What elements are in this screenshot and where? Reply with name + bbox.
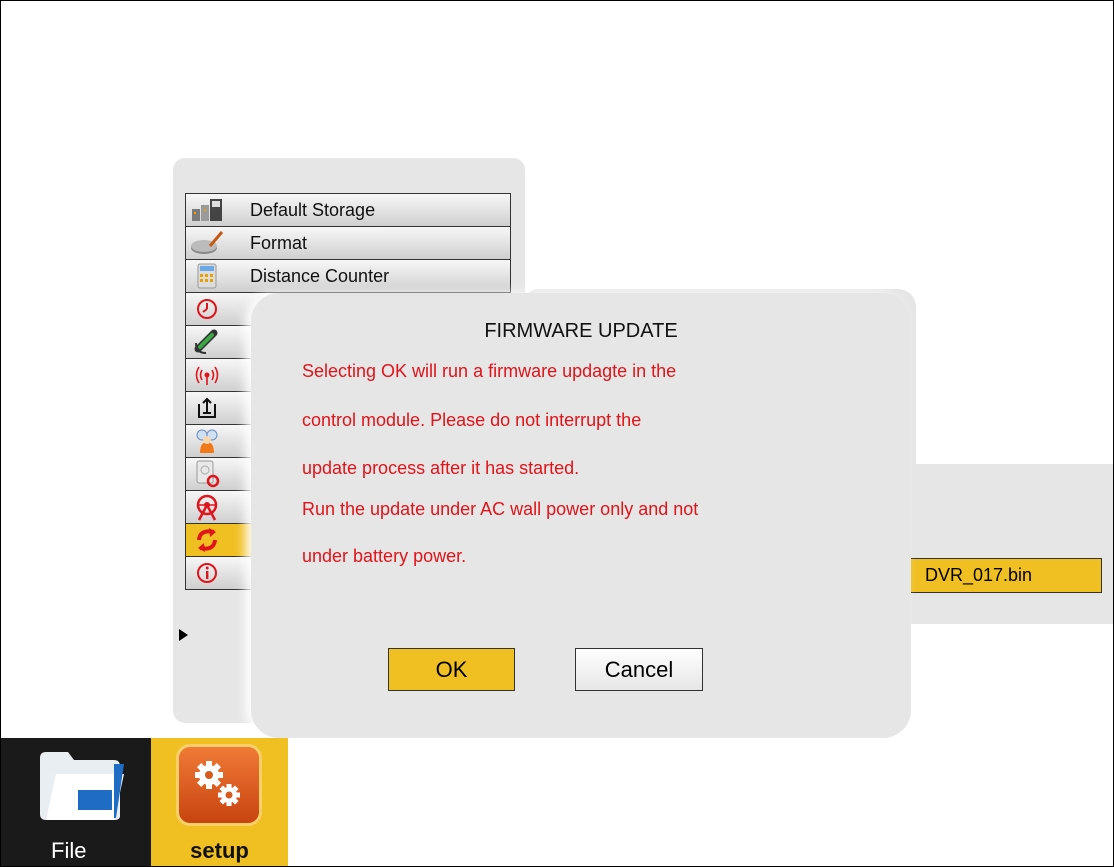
- menu-caret: [199, 701, 239, 723]
- storage-icon: [186, 195, 228, 226]
- dialog-title: FIRMWARE UPDATE: [484, 320, 678, 342]
- dialog-message-line: update process after it has started.: [302, 458, 580, 478]
- cancel-button[interactable]: Cancel: [575, 648, 703, 691]
- firmware-update-icon: [186, 525, 228, 556]
- firmware-update-dialog: FIRMWARE UPDATE Selecting OK will run a …: [251, 293, 911, 738]
- tab-label: File: [51, 838, 87, 863]
- menu-item-default-storage[interactable]: Default Storage: [185, 193, 511, 226]
- file-select-panel: [881, 464, 1113, 624]
- storage-settings-icon: [186, 459, 228, 490]
- gears-icon: [176, 744, 262, 826]
- menu-item-format[interactable]: Format: [185, 226, 511, 259]
- calculator-icon: [186, 261, 228, 292]
- menu-item-distance-counter[interactable]: Distance Counter: [185, 259, 511, 292]
- users-icon: [186, 426, 228, 457]
- info-icon: [186, 558, 228, 589]
- dialog-message-line: Run the update under AC wall power only …: [302, 499, 699, 519]
- export-icon: [186, 393, 228, 424]
- dialog-message-line: control module. Please do not interrupt …: [302, 410, 642, 430]
- firmware-file-field[interactable]: DVR_017.bin: [910, 558, 1102, 593]
- cable-icon: [186, 327, 228, 358]
- selection-arrow-icon: [179, 629, 188, 641]
- dialog-message-line: under battery power.: [302, 546, 467, 566]
- menu-item-label: Format: [250, 232, 308, 253]
- tab-label: setup: [190, 838, 249, 863]
- dialog-message-line: Selecting OK will run a firmware updagte…: [302, 361, 677, 381]
- menu-item-label: Default Storage: [250, 199, 376, 220]
- menu-item-label: Distance Counter: [250, 265, 390, 286]
- tab-file[interactable]: File: [1, 738, 151, 866]
- folder-icon: [40, 752, 124, 820]
- ok-button[interactable]: OK: [388, 648, 515, 691]
- screen: Default Storage Format Distance Counter: [0, 0, 1114, 867]
- reel-icon: [186, 492, 228, 523]
- format-disk-icon: [186, 228, 228, 259]
- wireless-icon: [186, 360, 228, 391]
- clock-icon: [186, 294, 228, 325]
- tab-setup[interactable]: setup: [151, 738, 288, 866]
